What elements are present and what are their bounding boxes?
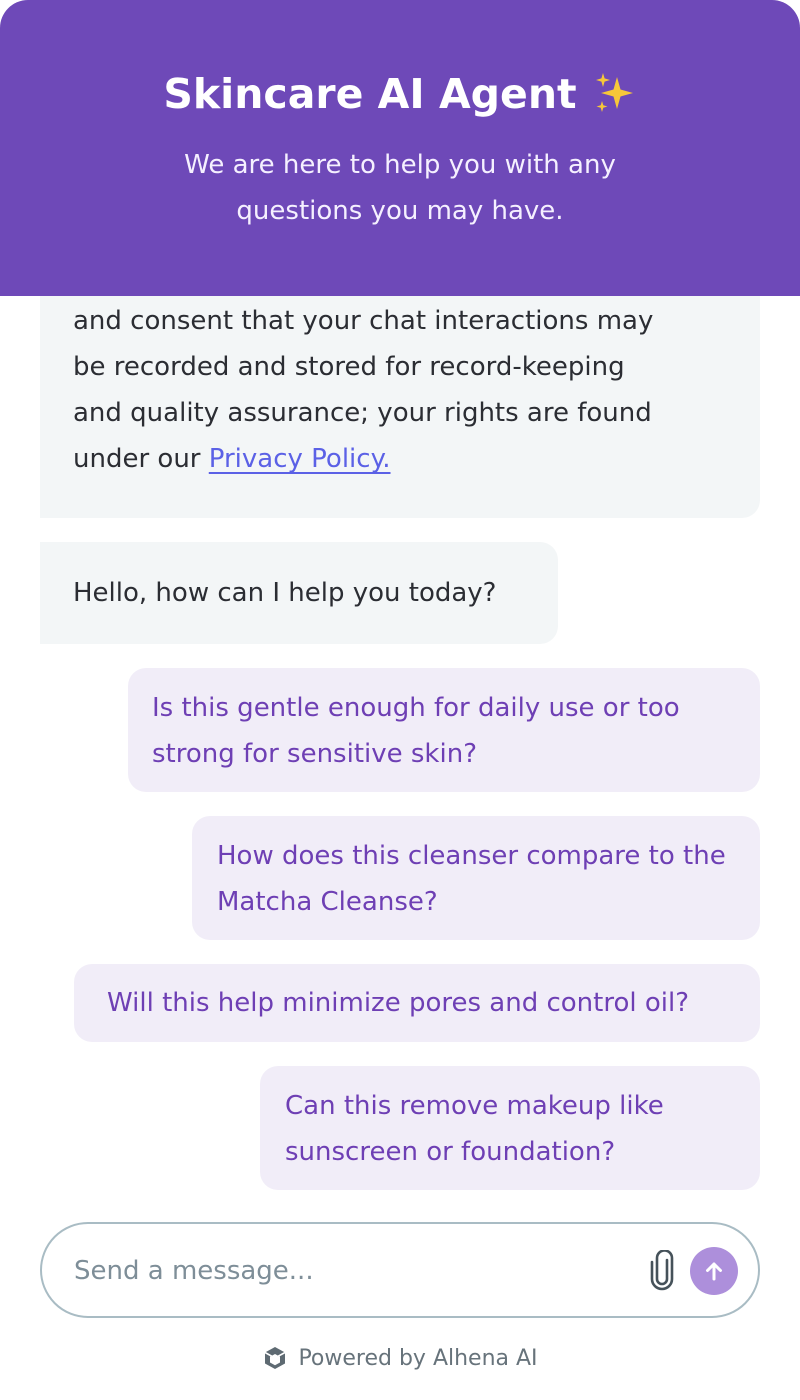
message-composer — [40, 1222, 760, 1318]
message-input[interactable] — [74, 1250, 634, 1292]
powered-by-label: Powered by Alhena AI — [298, 1345, 538, 1371]
consent-line: under our Privacy Policy. — [73, 436, 728, 482]
bot-greeting-message: Hello, how can I help you today? — [40, 542, 558, 644]
chat-header: Skincare AI Agent We are here to help yo… — [0, 0, 800, 296]
consent-line: and consent that your chat interactions … — [73, 306, 654, 336]
consent-line: and quality assurance; your rights are f… — [73, 398, 652, 428]
privacy-policy-link[interactable]: Privacy Policy. — [209, 444, 391, 474]
paperclip-icon — [650, 1249, 674, 1291]
arrow-up-icon — [706, 1262, 722, 1281]
powered-by-footer[interactable]: Powered by Alhena AI — [0, 1340, 800, 1376]
page-title: Skincare AI Agent — [163, 70, 577, 118]
sparkles-icon — [595, 73, 633, 112]
suggested-question[interactable]: Will this help minimize pores and contro… — [74, 964, 760, 1042]
header-title-row: Skincare AI Agent — [0, 66, 800, 122]
suggested-question[interactable]: How does this cleanser compare to the Ma… — [192, 816, 760, 940]
header-subtitle: We are here to help you with any questio… — [184, 150, 616, 226]
send-button[interactable] — [690, 1247, 738, 1295]
consent-line: be recorded and stored for record-keepin… — [73, 352, 625, 382]
alhena-logo-icon — [265, 1347, 286, 1369]
suggested-question[interactable]: Is this gentle enough for daily use or t… — [128, 668, 760, 792]
attach-file-button[interactable] — [646, 1249, 678, 1292]
consent-prefix: under our — [73, 444, 209, 474]
suggested-question[interactable]: Can this remove makeup like sunscreen or… — [260, 1066, 760, 1190]
